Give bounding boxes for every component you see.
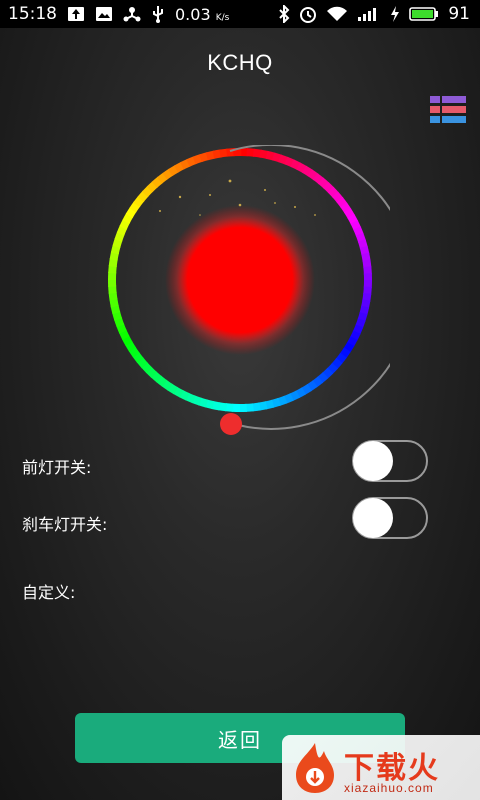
charging-icon xyxy=(390,6,400,22)
upload-icon xyxy=(67,6,85,22)
network-speed: 0.03 xyxy=(175,4,211,24)
brake-light-label: 刹车灯开关: xyxy=(22,515,108,534)
status-bar: 15:18 0.03 K/s 91 xyxy=(0,0,480,28)
color-list-icon[interactable] xyxy=(430,96,466,124)
custom-label: 自定义: xyxy=(22,583,76,602)
alarm-icon xyxy=(299,5,317,23)
gallery-icon xyxy=(95,6,113,22)
battery-level: 91 xyxy=(448,4,470,24)
toggle-knob xyxy=(353,498,393,538)
usb-debug-icon xyxy=(151,5,165,23)
bluetooth-icon xyxy=(278,5,290,23)
toggle-knob xyxy=(353,441,393,481)
network-speed-unit: K/s xyxy=(215,12,230,23)
usb-icon xyxy=(123,5,141,23)
battery-icon xyxy=(409,6,439,22)
signal-icon xyxy=(357,6,381,22)
color-wheel[interactable] xyxy=(100,143,415,440)
watermark-url: xiazaihuo.com xyxy=(344,781,434,795)
selected-color-preview xyxy=(165,205,315,355)
headlight-toggle[interactable] xyxy=(352,440,428,482)
wifi-icon xyxy=(326,6,348,22)
headlight-label: 前灯开关: xyxy=(22,458,92,477)
status-time: 15:18 xyxy=(8,4,57,24)
brake-light-toggle[interactable] xyxy=(352,497,428,539)
page-title: KCHQ xyxy=(207,50,273,75)
brightness-thumb[interactable] xyxy=(220,413,242,435)
watermark-flame-icon xyxy=(296,743,334,793)
watermark: 下载火 xiazaihuo.com xyxy=(282,735,480,800)
